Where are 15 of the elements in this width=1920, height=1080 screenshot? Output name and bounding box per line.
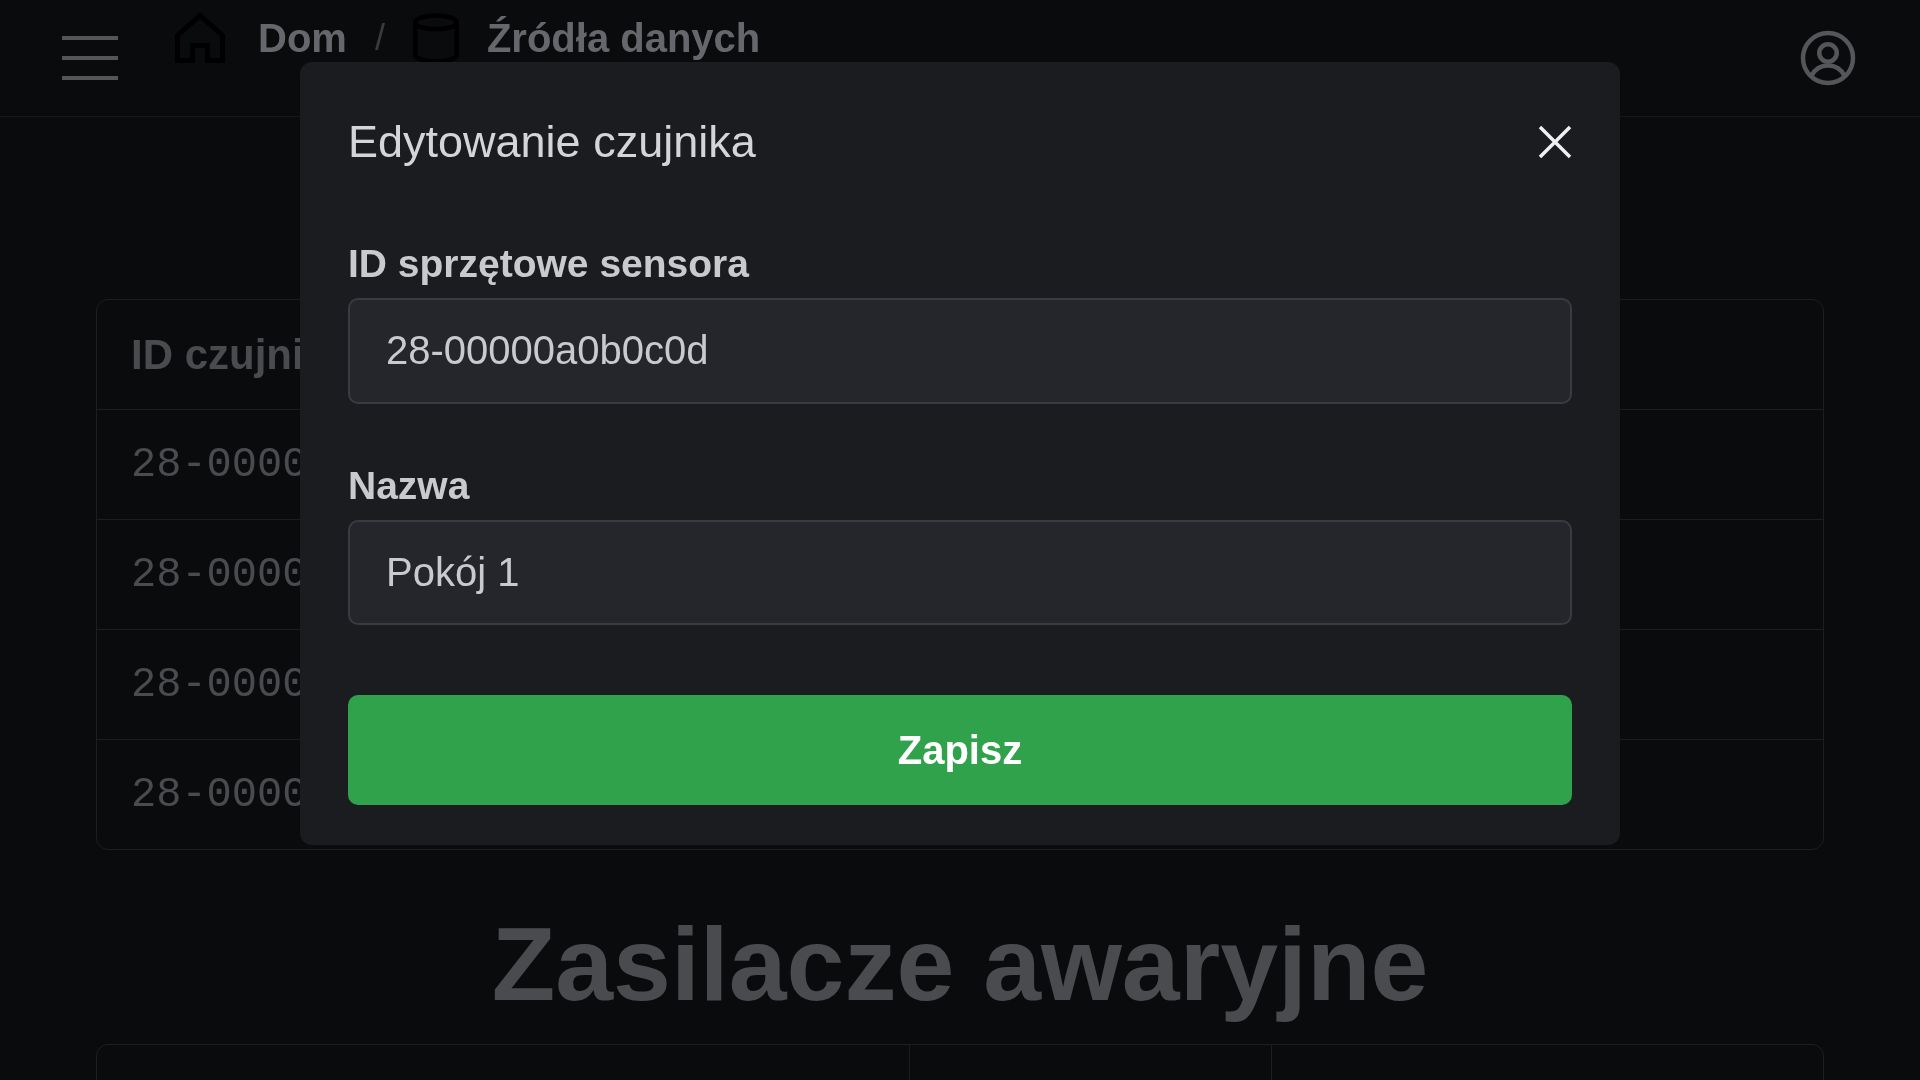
- input-field[interactable]: 28-00000a0b0c0d: [348, 297, 1572, 404]
- input-field[interactable]: Pokój 1: [348, 519, 1572, 626]
- user-account-button[interactable]: [1798, 28, 1858, 88]
- dialog-title: Edytowanie czujnika: [348, 115, 756, 168]
- breadcrumb-link[interactable]: Dom: [258, 15, 347, 61]
- column-header: ID czujni: [131, 330, 304, 379]
- breadcrumb-separator: /: [374, 17, 385, 59]
- close-button[interactable]: [1538, 124, 1572, 159]
- section-heading: Zasilacze awaryjne: [490, 905, 1430, 1024]
- field-label: Nazwa: [348, 463, 471, 508]
- breadcrumb-link[interactable]: Źródła danych: [486, 15, 761, 61]
- field-label: ID sprzętowe sensora: [348, 241, 751, 286]
- database-icon: [412, 11, 459, 65]
- menu-button[interactable]: [62, 35, 118, 81]
- save-button[interactable]: Zapisz: [348, 695, 1572, 805]
